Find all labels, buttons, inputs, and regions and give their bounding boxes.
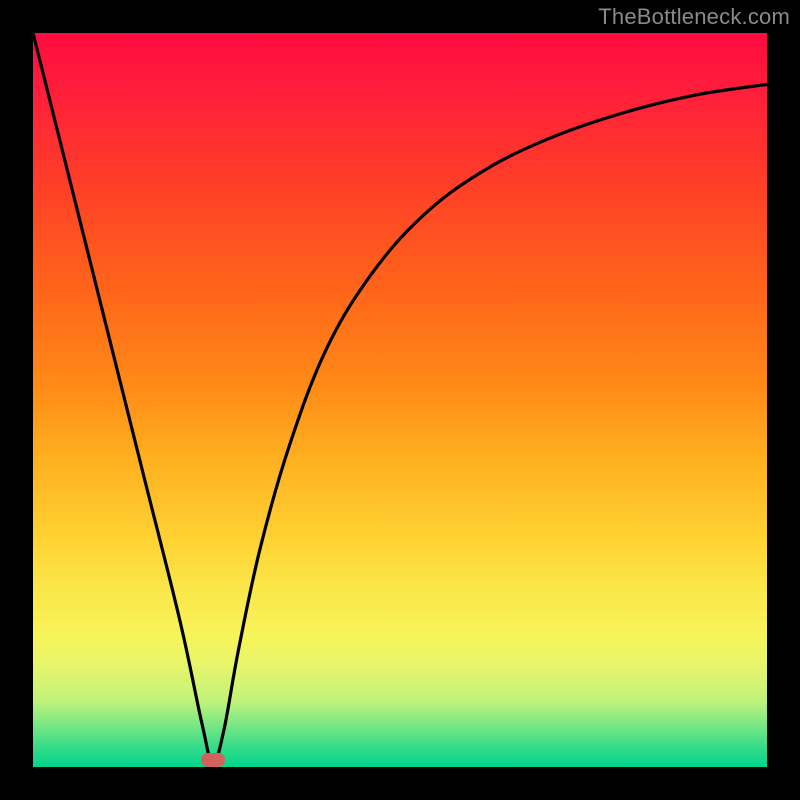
watermark-label: TheBottleneck.com bbox=[598, 4, 790, 30]
curve-svg bbox=[33, 33, 767, 767]
bottleneck-curve bbox=[33, 33, 767, 763]
minimum-marker bbox=[201, 753, 225, 767]
chart-frame: TheBottleneck.com bbox=[0, 0, 800, 800]
plot-area bbox=[33, 33, 767, 767]
